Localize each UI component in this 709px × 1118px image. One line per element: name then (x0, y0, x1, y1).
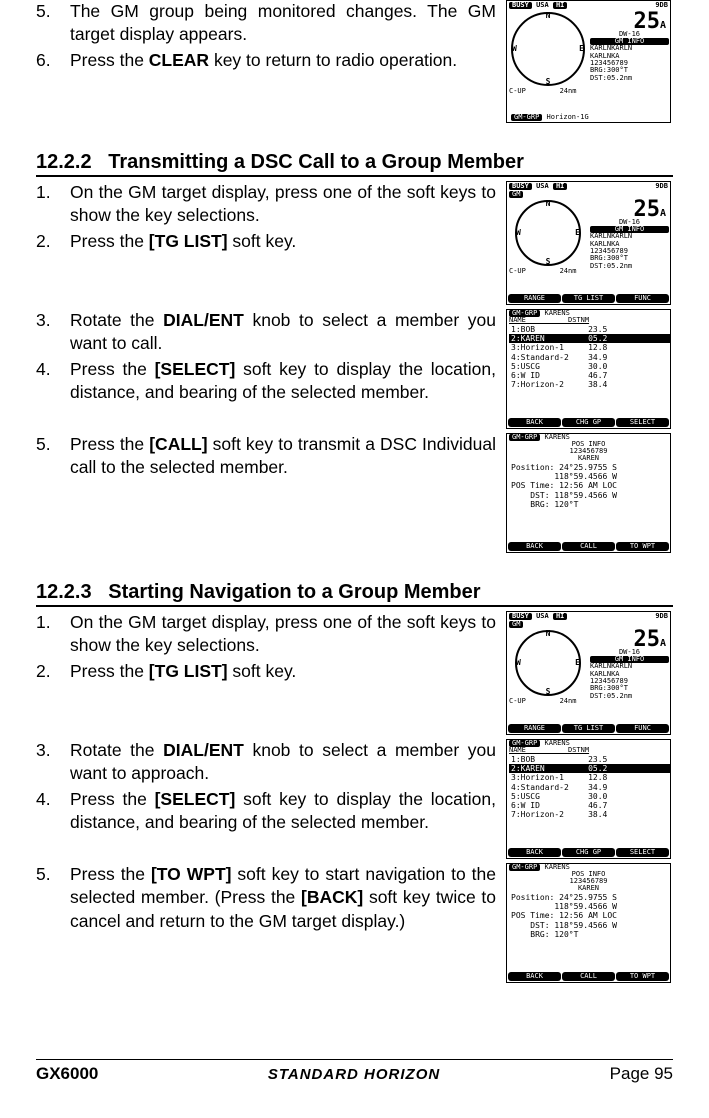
steps-s2-b2: Rotate the DIAL/ENT knob to select a mem… (36, 739, 496, 834)
softkey-func[interactable]: FUNC (616, 294, 669, 303)
steps-s1-b2: Rotate the DIAL/ENT knob to select a mem… (36, 309, 496, 404)
softkey-to-wpt[interactable]: TO WPT (616, 972, 669, 981)
section-heading-12-2-2: 12.2.2 Transmitting a DSC Call to a Grou… (36, 151, 673, 177)
lcd-footer-label: GM-GRP (511, 114, 542, 121)
softkey-chg-gp[interactable]: CHG GP (562, 848, 615, 857)
lcd-softkeys: BACKCALLTO WPT (508, 972, 669, 981)
lcd-softkeys: BACKCALLTO WPT (508, 542, 669, 551)
lcd-member-list-2: GM-GRP KARENS NAME DSTNM 1:BOB 23.52:KAR… (506, 739, 671, 859)
lcd-pos-info-1: GM-GRP KARENS POS INFO 123456789 KAREN P… (506, 433, 671, 553)
steps-s2-b3: Press the [TO WPT] soft key to start nav… (36, 863, 496, 933)
lcd-tg-list-screen-2: BUSY USA HI 9DB GM NS EW C-UP 24nm (506, 611, 671, 735)
footer-page-number: Page 95 (610, 1064, 673, 1084)
softkey-back[interactable]: BACK (508, 848, 561, 857)
lcd-softkeys: RANGETG LISTFUNC (508, 294, 669, 303)
softkey-back[interactable]: BACK (508, 542, 561, 551)
step-item: On the GM target display, press one of t… (36, 611, 496, 658)
step-item: Press the CLEAR key to return to radio o… (36, 49, 496, 72)
page-footer: GX6000 STANDARD HORIZON Page 95 (36, 1059, 673, 1084)
footer-brand: STANDARD HORIZON (268, 1066, 440, 1083)
lcd-softkeys: BACKCHG GPSELECT (508, 418, 669, 427)
softkey-range[interactable]: RANGE (508, 294, 561, 303)
step-item: The GM group being monitored changes. Th… (36, 0, 496, 47)
softkey-to-wpt[interactable]: TO WPT (616, 542, 669, 551)
steps-s1-b1: On the GM target display, press one of t… (36, 181, 496, 253)
step-item: Rotate the DIAL/ENT knob to select a mem… (36, 309, 496, 356)
lcd-softkeys: BACKCHG GPSELECT (508, 848, 669, 857)
softkey-select[interactable]: SELECT (616, 848, 669, 857)
step-item: Press the [SELECT] soft key to display t… (36, 788, 496, 835)
softkey-back[interactable]: BACK (508, 972, 561, 981)
lcd-pos-info-2: GM-GRP KARENS POS INFO 123456789 KAREN P… (506, 863, 671, 983)
softkey-func[interactable]: FUNC (616, 724, 669, 733)
softkey-tg-list[interactable]: TG LIST (562, 724, 615, 733)
steps-top: The GM group being monitored changes. Th… (36, 0, 496, 72)
softkey-chg-gp[interactable]: CHG GP (562, 418, 615, 427)
footer-model: GX6000 (36, 1064, 98, 1084)
softkey-call[interactable]: CALL (562, 972, 615, 981)
softkey-tg-list[interactable]: TG LIST (562, 294, 615, 303)
softkey-call[interactable]: CALL (562, 542, 615, 551)
step-item: Press the [TG LIST] soft key. (36, 230, 496, 253)
step-item: Press the [TO WPT] soft key to start nav… (36, 863, 496, 933)
steps-s1-b3: Press the [CALL] soft key to transmit a … (36, 433, 496, 480)
step-item: Press the [TG LIST] soft key. (36, 660, 496, 683)
lcd-member-list-1: GM-GRP KARENS NAME DSTNM 1:BOB 23.52:KAR… (506, 309, 671, 429)
lcd-tg-list-screen-1: BUSY USA HI 9DB GM NS EW C-UP 24nm (506, 181, 671, 305)
softkey-select[interactable]: SELECT (616, 418, 669, 427)
step-item: On the GM target display, press one of t… (36, 181, 496, 228)
section-heading-12-2-3: 12.2.3 Starting Navigation to a Group Me… (36, 581, 673, 607)
lcd-gm-target: BUSY USA HI 9DB NS EW C-UP 24nm (506, 0, 671, 123)
step-item: Press the [SELECT] soft key to display t… (36, 358, 496, 405)
step-item: Rotate the DIAL/ENT knob to select a mem… (36, 739, 496, 786)
lcd-softkeys: RANGETG LISTFUNC (508, 724, 669, 733)
step-item: Press the [CALL] soft key to transmit a … (36, 433, 496, 480)
steps-s2-b1: On the GM target display, press one of t… (36, 611, 496, 683)
softkey-range[interactable]: RANGE (508, 724, 561, 733)
softkey-back[interactable]: BACK (508, 418, 561, 427)
